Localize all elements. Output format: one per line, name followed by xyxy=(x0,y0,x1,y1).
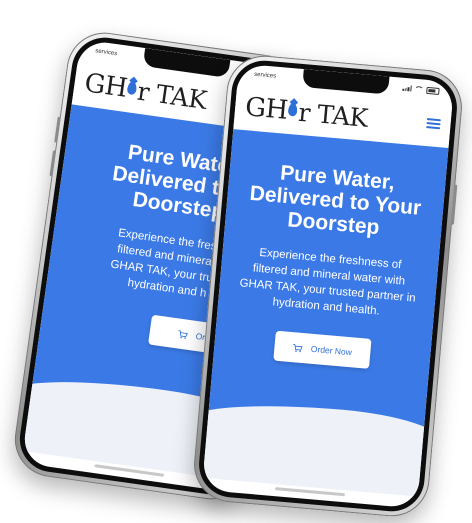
volume-button xyxy=(49,150,57,177)
shopping-cart-icon xyxy=(178,329,189,339)
shopping-cart-icon xyxy=(293,343,304,352)
hamburger-menu-icon[interactable] xyxy=(426,118,441,130)
logo-text-end: r TAK xyxy=(297,97,369,133)
status-icons xyxy=(402,84,440,95)
logo-text-start: GH xyxy=(243,92,289,126)
order-now-button[interactable]: Order Now xyxy=(273,330,372,369)
volume-button xyxy=(54,116,61,143)
battery-icon xyxy=(426,86,440,95)
logo-text-start: GH xyxy=(82,68,129,104)
wifi-icon xyxy=(414,85,424,93)
carrier-label: services xyxy=(94,48,118,58)
signal-icon xyxy=(402,85,412,92)
mockup-stage: services GH r TAK Pure Water, Delivered … xyxy=(0,0,472,523)
water-drop-icon xyxy=(288,102,299,117)
hero-title: Pure Water, Delivered to Your Doorstep xyxy=(235,158,436,244)
phone-front: services GH r TAK Pure Water, Delivered … xyxy=(190,52,466,520)
carrier-label: services xyxy=(253,71,277,80)
phone-screen: services GH r TAK Pure Water, Delivered … xyxy=(201,63,455,509)
ghar-tak-logo[interactable]: GH r TAK xyxy=(244,92,369,133)
order-button-label: Order Now xyxy=(310,343,353,358)
hero-description: Experience the freshness of filtered and… xyxy=(230,243,427,323)
power-button xyxy=(450,184,458,225)
hero-section: Pure Water, Delivered to Your Doorstep E… xyxy=(208,129,449,432)
logo-text-end: r TAK xyxy=(135,76,209,115)
